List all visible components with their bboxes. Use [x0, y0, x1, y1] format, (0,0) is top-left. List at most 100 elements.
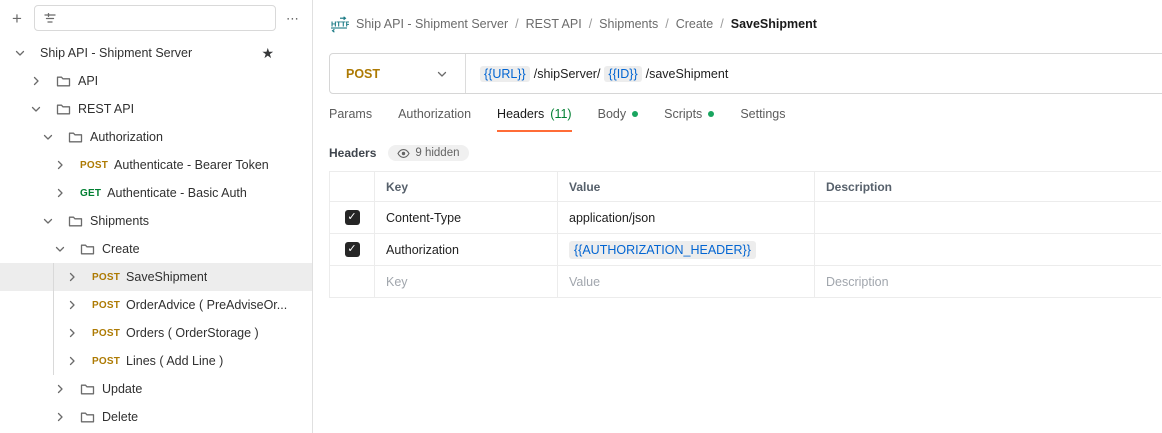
tab-label: Settings	[740, 107, 785, 121]
headers-count: (11)	[550, 107, 571, 121]
request-tabs: Params Authorization Headers (11) Body S…	[329, 107, 1162, 136]
tab-body[interactable]: Body	[598, 107, 639, 132]
folder-icon	[80, 381, 96, 397]
eye-icon	[397, 148, 410, 159]
description-column-header: Description	[815, 172, 1162, 202]
breadcrumb-separator: /	[589, 17, 592, 31]
method-badge-post: POST	[92, 300, 120, 311]
add-collection-button[interactable]: +	[6, 7, 28, 29]
more-options-icon: ⋯	[286, 12, 300, 25]
hidden-headers-label: 9 hidden	[415, 147, 459, 159]
folder-icon	[56, 73, 72, 89]
tab-settings[interactable]: Settings	[740, 107, 785, 132]
breadcrumb-collection[interactable]: Ship API - Shipment Server	[356, 17, 508, 31]
description-placeholder[interactable]: Description	[815, 266, 1162, 298]
breadcrumb-create[interactable]: Create	[676, 17, 714, 31]
tree-item-label: Authenticate - Basic Auth	[107, 186, 247, 200]
chevron-right-icon[interactable]	[52, 185, 68, 201]
tree-item-label: Shipments	[90, 214, 149, 228]
key-placeholder[interactable]: Key	[375, 266, 558, 298]
green-dot-icon	[708, 111, 714, 117]
tree-item-folder-delete[interactable]: Delete	[0, 403, 312, 431]
method-badge-post: POST	[92, 356, 120, 367]
chevron-right-icon[interactable]	[64, 353, 80, 369]
breadcrumb-shipments[interactable]: Shipments	[599, 17, 658, 31]
chevron-right-icon[interactable]	[64, 297, 80, 313]
tree-item-label: Orders ( OrderStorage )	[126, 326, 259, 340]
app-window: + ⋯ Ship API - Shipment Server	[0, 0, 1162, 433]
more-options-button[interactable]: ⋯	[282, 7, 304, 29]
sidebar-search-box[interactable]	[34, 5, 276, 31]
method-badge-post: POST	[92, 272, 120, 283]
url-input[interactable]: {{URL}} /shipServer/ {{ID}} /saveShipmen…	[466, 66, 728, 82]
tree-item-folder-create[interactable]: Create	[0, 235, 312, 263]
tab-scripts[interactable]: Scripts	[664, 107, 714, 132]
chevron-down-icon[interactable]	[28, 101, 44, 117]
header-value-cell[interactable]: {{AUTHORIZATION_HEADER}}	[558, 234, 815, 266]
tree-item-request-lines[interactable]: POST Lines ( Add Line )	[0, 347, 312, 375]
hidden-headers-toggle[interactable]: 9 hidden	[388, 145, 468, 161]
chevron-right-icon[interactable]	[28, 73, 44, 89]
plus-icon: +	[12, 10, 22, 27]
collection-name: Ship API - Shipment Server	[40, 46, 192, 60]
headers-section-header: Headers 9 hidden	[329, 145, 1162, 161]
sidebar-topbar: + ⋯	[0, 0, 312, 36]
request-url-bar: POST {{URL}} /shipServer/ {{ID}} /saveSh…	[329, 53, 1162, 94]
chevron-down-icon	[435, 67, 449, 81]
checkbox-column-header	[330, 172, 375, 202]
tree-item-collection-root[interactable]: Ship API - Shipment Server ★	[0, 39, 312, 67]
breadcrumb-separator: /	[665, 17, 668, 31]
tree-item-label: Authorization	[90, 130, 163, 144]
search-input[interactable]	[63, 11, 267, 25]
folder-icon	[80, 409, 96, 425]
tree-item-label: Update	[102, 382, 142, 396]
header-row-authorization: ✓ Authorization {{AUTHORIZATION_HEADER}}	[330, 234, 1162, 266]
chevron-right-icon[interactable]	[64, 269, 80, 285]
tree-item-request-saveshipment[interactable]: POST SaveShipment	[0, 263, 312, 291]
header-description-cell[interactable]	[815, 202, 1162, 234]
tree-item-request-auth-basic[interactable]: GET Authenticate - Basic Auth	[0, 179, 312, 207]
tree-item-label: OrderAdvice ( PreAdviseOr...	[126, 298, 287, 312]
tree-item-folder-update[interactable]: Update	[0, 375, 312, 403]
folder-icon	[56, 101, 72, 117]
chevron-right-icon[interactable]	[52, 157, 68, 173]
tree-item-folder-api[interactable]: API	[0, 67, 312, 95]
chevron-down-icon[interactable]	[12, 45, 28, 61]
key-column-header: Key	[375, 172, 558, 202]
tab-headers[interactable]: Headers (11)	[497, 107, 572, 132]
header-key-cell[interactable]: Content-Type	[375, 202, 558, 234]
tree-item-request-orders[interactable]: POST Orders ( OrderStorage )	[0, 319, 312, 347]
star-icon[interactable]: ★	[261, 45, 274, 62]
http-request-icon: HTTP	[329, 15, 349, 33]
tab-params[interactable]: Params	[329, 107, 372, 132]
chevron-right-icon[interactable]	[52, 381, 68, 397]
tree-item-folder-authorization[interactable]: Authorization	[0, 123, 312, 151]
value-placeholder[interactable]: Value	[558, 266, 815, 298]
tree-item-request-auth-bearer[interactable]: POST Authenticate - Bearer Token	[0, 151, 312, 179]
method-selector[interactable]: POST	[330, 54, 466, 93]
tab-label: Scripts	[664, 107, 702, 121]
folder-icon	[68, 213, 84, 229]
tab-authorization[interactable]: Authorization	[398, 107, 471, 132]
folder-icon	[68, 129, 84, 145]
tree-item-label: Delete	[102, 410, 138, 424]
request-panel: HTTP Ship API - Shipment Server / REST A…	[313, 0, 1162, 433]
chevron-down-icon[interactable]	[52, 241, 68, 257]
header-value-cell[interactable]: application/json	[558, 202, 815, 234]
tree-item-folder-rest-api[interactable]: REST API	[0, 95, 312, 123]
checkbox-checked[interactable]: ✓	[345, 242, 360, 257]
chevron-down-icon[interactable]	[40, 129, 56, 145]
header-key-cell[interactable]: Authorization	[375, 234, 558, 266]
chevron-right-icon[interactable]	[64, 325, 80, 341]
tree-item-folder-shipments[interactable]: Shipments	[0, 207, 312, 235]
sidebar: + ⋯ Ship API - Shipment Server	[0, 0, 313, 433]
chevron-right-icon[interactable]	[52, 409, 68, 425]
checkbox-checked[interactable]: ✓	[345, 210, 360, 225]
header-description-cell[interactable]	[815, 234, 1162, 266]
breadcrumb-rest-api[interactable]: REST API	[526, 17, 582, 31]
url-path-segment: /shipServer/	[534, 67, 601, 81]
chevron-down-icon[interactable]	[40, 213, 56, 229]
tree-item-request-orderadvice[interactable]: POST OrderAdvice ( PreAdviseOr...	[0, 291, 312, 319]
collection-tree: Ship API - Shipment Server ★ API	[0, 36, 312, 431]
headers-table: Key Value Description ✓ Content-Type app…	[329, 171, 1161, 298]
